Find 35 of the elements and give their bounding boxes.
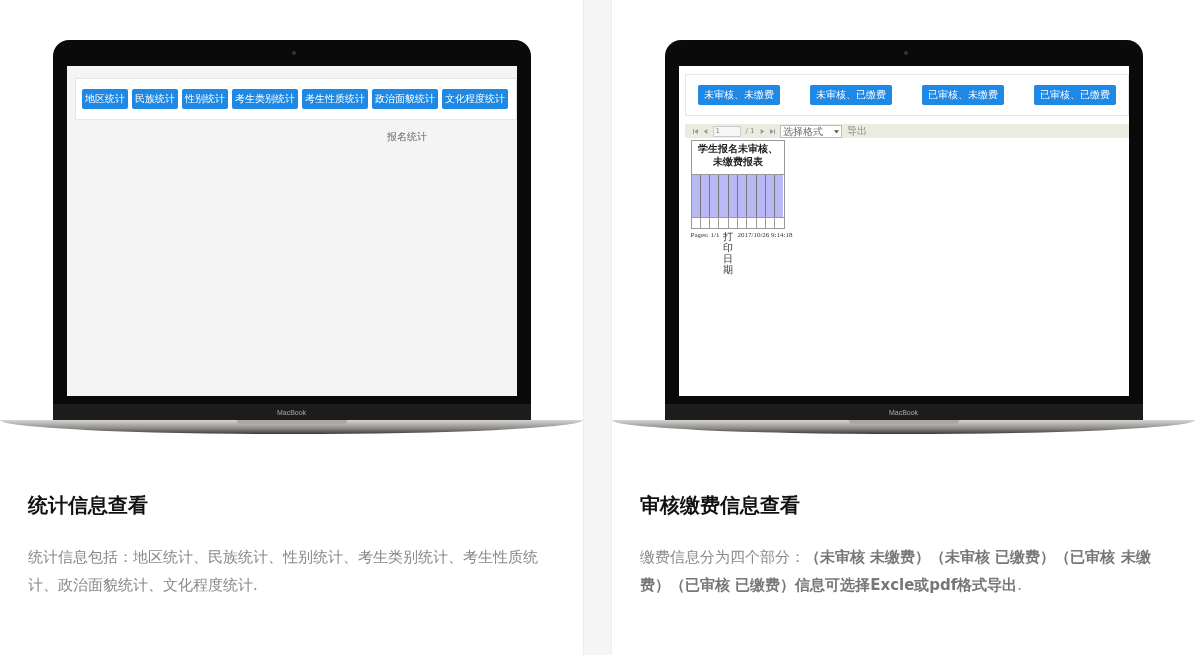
last-page-icon[interactable] xyxy=(769,128,775,134)
section-description: 缴费信息分为四个部分：（未审核 未缴费）（未审核 已缴费）（已审核 未缴费）（已审核 已缴费）信息可选择Excle或pdf格式导出. xyxy=(640,547,1152,596)
caret-icon xyxy=(833,128,839,134)
print-date-label: 打印日期 xyxy=(723,231,734,275)
first-page-icon[interactable] xyxy=(692,128,698,134)
header-cell xyxy=(765,175,776,217)
header-cell xyxy=(747,175,757,217)
header-cell xyxy=(719,175,729,217)
section-title: 统计信息查看 xyxy=(28,492,149,519)
section-title: 审核缴费信息查看 xyxy=(640,492,801,519)
filter-button[interactable]: 已审核、未缴费 xyxy=(921,85,1004,105)
section-description: 统计信息包括：地区统计、民族统计、性别统计、考生类别统计、考生性质统计、政治面貌统计、文化程度统计. xyxy=(28,547,539,596)
header-cell xyxy=(710,175,720,217)
chart-caption: 报名统计 xyxy=(386,130,427,144)
header-cell xyxy=(700,175,711,217)
header-cell xyxy=(728,175,738,217)
export-link[interactable]: 导出 xyxy=(846,124,867,138)
stats-button[interactable]: 政治面貌统计 xyxy=(371,89,438,109)
header-cell xyxy=(691,175,701,217)
stats-button[interactable]: 文化程度统计 xyxy=(441,89,508,109)
format-select[interactable]: 选择格式 xyxy=(779,124,842,138)
header-cell xyxy=(775,175,784,217)
stats-button[interactable]: 考生性质统计 xyxy=(301,89,368,109)
stats-button[interactable]: 考生类别统计 xyxy=(231,89,298,109)
previous-page-icon[interactable] xyxy=(702,128,708,134)
header-cell xyxy=(756,175,766,217)
stats-button[interactable]: 民族统计 xyxy=(131,89,178,109)
filter-button[interactable]: 已审核、已缴费 xyxy=(1033,85,1116,105)
stats-button[interactable]: 地区统计 xyxy=(81,89,128,109)
filter-button[interactable]: 未审核、已缴费 xyxy=(809,85,892,105)
stats-button[interactable]: 性别统计 xyxy=(181,89,228,109)
filter-button[interactable]: 未审核、未缴费 xyxy=(697,85,780,105)
report-title: 学生报名未审核、未缴费报表 xyxy=(696,142,779,169)
header-cell xyxy=(738,175,748,217)
next-page-icon[interactable] xyxy=(759,128,765,134)
